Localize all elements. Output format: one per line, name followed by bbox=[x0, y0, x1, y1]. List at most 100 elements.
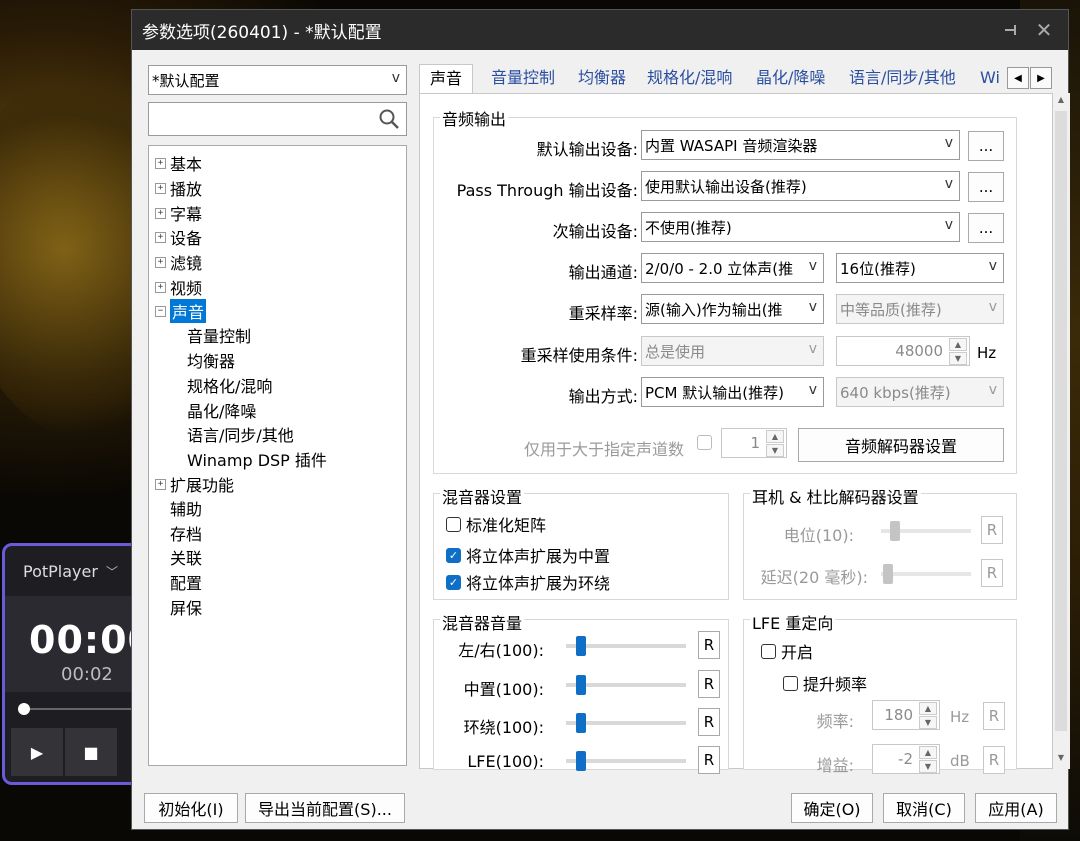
init-button[interactable]: 初始化(I) bbox=[144, 793, 238, 823]
scroll-up-icon[interactable]: ▲ bbox=[1055, 95, 1067, 109]
tab-scroll-right-icon[interactable]: ▶ bbox=[1030, 67, 1052, 89]
collapse-icon[interactable]: − bbox=[155, 305, 166, 317]
export-config-button[interactable]: 导出当前配置(S)... bbox=[245, 793, 405, 823]
mixer-center-reset-button[interactable]: R bbox=[698, 670, 720, 698]
scrollbar-thumb[interactable] bbox=[1055, 111, 1067, 731]
expand-icon[interactable]: + bbox=[155, 157, 166, 169]
spinner-down-icon[interactable]: ▼ bbox=[919, 760, 937, 773]
slider-thumb[interactable] bbox=[576, 751, 586, 771]
bitdepth-select[interactable]: 16位(推荐) v bbox=[836, 253, 1004, 283]
secondary-device-select[interactable]: 不使用(推荐) v bbox=[641, 212, 960, 242]
default-device-more-button[interactable]: ... bbox=[968, 131, 1004, 161]
expand-icon[interactable]: + bbox=[155, 478, 166, 490]
tab-language-sync-other[interactable]: 语言/同步/其他 bbox=[849, 64, 956, 94]
tab-volume-control[interactable]: 音量控制 bbox=[491, 64, 555, 94]
normalize-matrix-checkbox[interactable]: 标准化矩阵 bbox=[446, 512, 546, 536]
tab-crystalize-denoise[interactable]: 晶化/降噪 bbox=[756, 64, 825, 94]
pin-icon[interactable] bbox=[998, 16, 1026, 44]
mixer-lr-reset-button[interactable]: R bbox=[698, 631, 720, 659]
passthrough-more-button[interactable]: ... bbox=[968, 172, 1004, 202]
passthrough-select[interactable]: 使用默认输出设备(推荐) v bbox=[641, 171, 960, 201]
sidebar-item[interactable]: 存档 bbox=[170, 521, 202, 545]
expand-icon[interactable]: + bbox=[155, 281, 166, 293]
sidebar-item[interactable]: 关联 bbox=[170, 545, 202, 569]
only-channels-checkbox[interactable] bbox=[697, 435, 717, 450]
spinner-down-icon[interactable]: ▼ bbox=[949, 352, 967, 365]
tab-scroll-left-icon[interactable]: ◀ bbox=[1007, 67, 1029, 89]
sidebar-item[interactable]: + 滤镜 bbox=[155, 250, 202, 274]
search-icon[interactable] bbox=[378, 108, 400, 134]
default-device-select[interactable]: 内置 WASAPI 音频渲染器 v bbox=[641, 130, 960, 160]
tab-normalize-reverb[interactable]: 规格化/混响 bbox=[647, 64, 732, 94]
sidebar-item[interactable]: 规格化/混响 bbox=[187, 373, 272, 397]
decoder-settings-button[interactable]: 音频解码器设置 bbox=[798, 428, 1004, 462]
mixer-center-slider[interactable] bbox=[566, 675, 686, 695]
cancel-button[interactable]: 取消(C) bbox=[883, 793, 965, 823]
potplayer-seekbar[interactable] bbox=[5, 692, 139, 728]
tab-equalizer[interactable]: 均衡器 bbox=[578, 64, 626, 94]
sidebar-item[interactable]: 音量控制 bbox=[187, 323, 251, 347]
panel-scrollbar[interactable]: ▲ ▼ bbox=[1053, 93, 1070, 769]
channel-count-spinner[interactable]: 1 ▲ ▼ bbox=[721, 428, 787, 458]
sample-rate-spinner[interactable]: 48000 ▲ ▼ bbox=[836, 336, 970, 366]
seekbar-knob[interactable] bbox=[18, 703, 30, 715]
mixer-lfe-slider[interactable] bbox=[566, 751, 686, 771]
expand-icon[interactable]: + bbox=[155, 182, 166, 194]
sidebar-item[interactable]: 屏保 bbox=[170, 595, 202, 619]
potplayer-menu[interactable]: PotPlayer ﹀ bbox=[5, 546, 139, 596]
slider-thumb[interactable] bbox=[576, 713, 586, 733]
spinner-up-icon[interactable]: ▲ bbox=[919, 702, 937, 715]
level-slider[interactable] bbox=[881, 521, 971, 541]
play-icon[interactable]: ▶ bbox=[11, 728, 63, 776]
slider-thumb[interactable] bbox=[883, 564, 893, 584]
resample-condition-select[interactable]: 总是使用 v bbox=[641, 336, 824, 366]
quality-select[interactable]: 中等品质(推荐) v bbox=[836, 294, 1004, 324]
spinner-down-icon[interactable]: ▼ bbox=[766, 444, 784, 457]
tab-sound[interactable]: 声音 bbox=[419, 64, 474, 94]
sidebar-item[interactable]: 均衡器 bbox=[187, 348, 235, 372]
sidebar-item[interactable]: + 字幕 bbox=[155, 201, 202, 225]
lfe-gain-reset-button[interactable]: R bbox=[983, 746, 1005, 774]
sidebar-item[interactable]: 配置 bbox=[170, 570, 202, 594]
resample-select[interactable]: 源(输入)作为输出(推 v bbox=[641, 294, 824, 324]
mixer-surround-slider[interactable] bbox=[566, 713, 686, 733]
spinner-up-icon[interactable]: ▲ bbox=[919, 746, 937, 759]
sidebar-item[interactable]: 晶化/降噪 bbox=[187, 398, 256, 422]
expand-center-checkbox[interactable]: ✓ 将立体声扩展为中置 bbox=[446, 543, 610, 567]
lfe-enable-checkbox[interactable]: 开启 bbox=[761, 639, 813, 663]
search-input[interactable] bbox=[148, 102, 407, 136]
expand-icon[interactable]: + bbox=[155, 256, 166, 268]
bitrate-select[interactable]: 640 kbps(推荐) v bbox=[836, 377, 1004, 407]
sidebar-item[interactable]: − 声音 bbox=[155, 299, 207, 323]
secondary-device-more-button[interactable]: ... bbox=[968, 213, 1004, 243]
sidebar-item[interactable]: Winamp DSP 插件 bbox=[187, 447, 327, 471]
slider-thumb[interactable] bbox=[576, 636, 586, 656]
channel-select[interactable]: 2/0/0 - 2.0 立体声(推 v bbox=[641, 253, 824, 283]
close-icon[interactable]: ✕ bbox=[1030, 16, 1058, 44]
delay-reset-button[interactable]: R bbox=[981, 559, 1003, 587]
sidebar-item[interactable]: + 基本 bbox=[155, 151, 202, 175]
sidebar-item[interactable]: + 视频 bbox=[155, 275, 202, 299]
lfe-gain-spinner[interactable]: -2 ▲ ▼ bbox=[872, 744, 940, 774]
spinner-up-icon[interactable]: ▲ bbox=[766, 430, 784, 443]
sidebar-item[interactable]: + 扩展功能 bbox=[155, 472, 234, 496]
sidebar-item[interactable]: + 播放 bbox=[155, 176, 202, 200]
lfe-freq-reset-button[interactable]: R bbox=[983, 702, 1005, 730]
level-reset-button[interactable]: R bbox=[981, 516, 1003, 544]
delay-slider[interactable] bbox=[881, 564, 971, 584]
output-mode-select[interactable]: PCM 默认输出(推荐) v bbox=[641, 377, 824, 407]
ok-button[interactable]: 确定(O) bbox=[791, 793, 873, 823]
mixer-lfe-reset-button[interactable]: R bbox=[698, 746, 720, 774]
spinner-down-icon[interactable]: ▼ bbox=[919, 716, 937, 729]
lfe-freq-spinner[interactable]: 180 ▲ ▼ bbox=[872, 700, 940, 730]
slider-thumb[interactable] bbox=[576, 675, 586, 695]
stop-icon[interactable]: ■ bbox=[65, 728, 117, 776]
spinner-up-icon[interactable]: ▲ bbox=[949, 338, 967, 351]
mixer-surround-reset-button[interactable]: R bbox=[698, 708, 720, 736]
mixer-lr-slider[interactable] bbox=[566, 636, 686, 656]
expand-icon[interactable]: + bbox=[155, 207, 166, 219]
expand-surround-checkbox[interactable]: ✓ 将立体声扩展为环绕 bbox=[446, 570, 610, 594]
apply-button[interactable]: 应用(A) bbox=[975, 793, 1057, 823]
lfe-boost-checkbox[interactable]: 提升频率 bbox=[783, 671, 867, 695]
sidebar-item[interactable]: 语言/同步/其他 bbox=[187, 422, 294, 446]
